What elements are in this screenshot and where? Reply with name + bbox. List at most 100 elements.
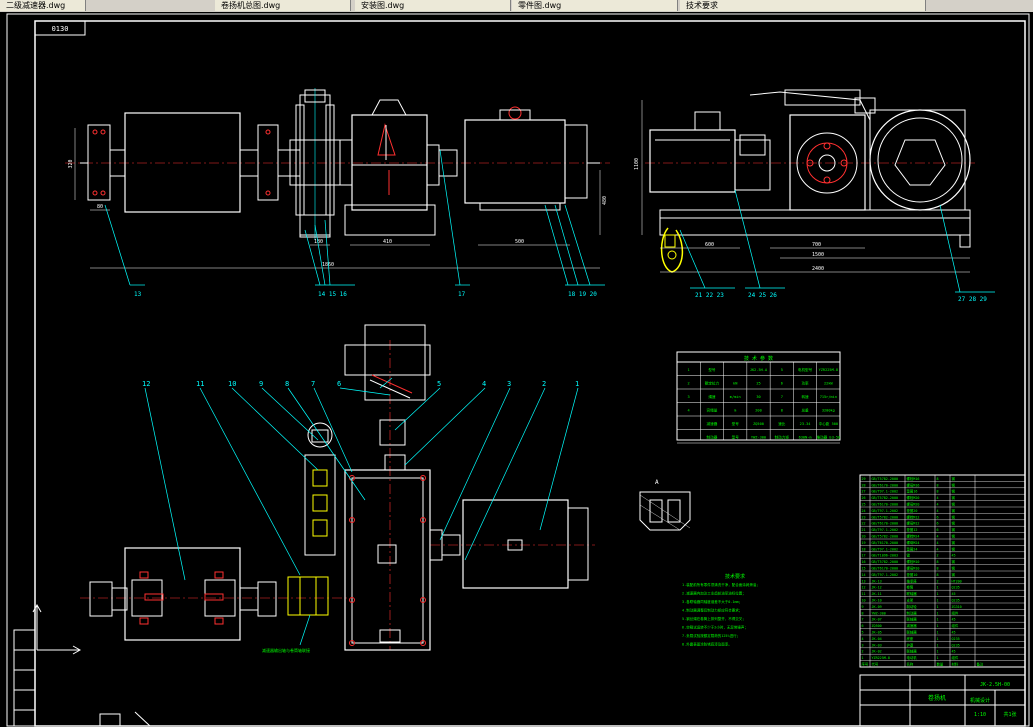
title-school: 机械设计 [970, 697, 990, 704]
parts-list-cell: Q235 [952, 586, 960, 590]
parts-list-cell: GB/T6170-2000 [872, 483, 899, 487]
svg-text:1: 1 [575, 380, 579, 388]
parts-list-cell: 2 [937, 579, 939, 583]
parts-list-cell: 29 [862, 477, 866, 481]
parts-list-cell: 1 [937, 637, 939, 641]
parts-list-cell: 10 [862, 599, 866, 603]
parts-list-cell: 1 [937, 643, 939, 647]
parts-list-cell: 螺母M16 [907, 482, 920, 487]
tech-note-line: 1.装配前所有零件须清洗干净，配合面涂润滑油； [682, 582, 760, 587]
parts-list-cell: 6 [937, 522, 939, 526]
parts-list-cell: 垫圈24 [907, 546, 918, 551]
svg-text:8: 8 [285, 380, 289, 388]
parts-list-cell: GB/T97.1-2002 [872, 547, 899, 551]
tech-table-cell: 7 [781, 395, 783, 399]
parts-list-header: 代号 [872, 662, 879, 667]
tab-file-4[interactable]: 零件图.dwg [512, 0, 678, 11]
parts-list-cell: JK-03 [872, 643, 882, 647]
parts-list-cell: 5 [862, 631, 864, 635]
tech-table-cell: 5 [781, 368, 783, 372]
tab-file-3[interactable]: 安装图.dwg [355, 0, 511, 11]
parts-list-cell: 1 [937, 592, 939, 596]
parts-list-cell: 13 [862, 579, 866, 583]
svg-text:3: 3 [507, 380, 511, 388]
tech-table-cell: 6 [781, 381, 783, 385]
parts-list-cell: JK-12 [872, 586, 882, 590]
parts-list-cell: 减速器 [907, 623, 918, 628]
parts-list-cell: 螺栓M10 [907, 559, 920, 564]
parts-list-cell: 轴承座 [907, 578, 918, 583]
tab-file-2[interactable]: 卷扬机总图.dwg [215, 0, 351, 11]
parts-list-cell: 4 [937, 547, 939, 551]
parts-list-cell: 螺栓M24 [907, 534, 920, 539]
tech-table-cell: 总重 [801, 407, 809, 412]
tech-table-cell: 减速器 [707, 421, 718, 426]
tech-table-cell: JK2.5H-A [750, 368, 768, 372]
parts-list-cell: ZQ500 [872, 624, 882, 628]
tech-table-cell: m [734, 408, 736, 412]
parts-list-cell: 1 [937, 586, 939, 590]
parts-list-cell: 15 [862, 567, 866, 571]
parts-list-cell: 螺栓M12 [907, 514, 920, 519]
parts-list-cell: 联轴器 [907, 649, 918, 654]
tech-table-cell: kN [733, 381, 737, 385]
parts-list-cell: JK-09 [872, 605, 882, 609]
tech-table-cell: 功率 [801, 380, 809, 385]
side-dim-b: 700 [812, 242, 821, 248]
parts-list-cell: 19 [862, 541, 866, 545]
parts-list-cell: 25 [862, 503, 866, 507]
side-callout-27: 27 28 29 [958, 296, 987, 303]
parts-list-cell: GB/T6170-2000 [872, 503, 899, 507]
dim-height: 480 [602, 196, 608, 205]
title-scale: 1:10 [974, 712, 986, 718]
parts-list-cell: 1 [937, 631, 939, 635]
svg-text:7: 7 [311, 380, 315, 388]
parts-list-cell: Q235 [952, 599, 960, 603]
parts-list-cell: 24 [862, 509, 866, 513]
parts-list-cell: 螺栓M20 [907, 495, 920, 500]
tech-table-cell: 30 [756, 395, 760, 399]
cad-drawing-canvas[interactable]: 0130 320 80 180 410 500 1860 480 13 14 1… [0, 12, 1033, 727]
parts-list-cell: ZG310 [952, 605, 962, 609]
parts-list-cell: 6 [937, 515, 939, 519]
parts-list-header: 名称 [907, 662, 914, 667]
parts-list-cell: 6 [862, 624, 864, 628]
parts-list-cell: 16 [862, 560, 866, 564]
svg-text:4: 4 [482, 380, 486, 388]
parts-list-cell: 电动机 [907, 655, 918, 660]
parts-list-cell: 8 [937, 567, 939, 571]
parts-list-cell: 2 [862, 650, 864, 654]
parts-list-cell: 4 [937, 535, 939, 539]
parts-list-cell: 2 [937, 554, 939, 558]
parts-list-cell: 4 [937, 509, 939, 513]
parts-list-cell: 4 [937, 496, 939, 500]
tech-table-cell: 715r/min [820, 395, 837, 399]
parts-list-cell: 4 [937, 541, 939, 545]
tech-table-cell: 2 [688, 381, 690, 385]
parts-list-cell: 螺母M12 [907, 521, 920, 526]
side-callout-21: 21 22 23 [695, 292, 724, 299]
parts-list-cell: 26 [862, 496, 866, 500]
parts-list-cell: GB/T5782-2000 [872, 515, 899, 519]
parts-list-cell: 底座 [907, 636, 914, 641]
side-dim-c: 1500 [812, 252, 824, 258]
tech-table-cell: 中心距 500 [819, 421, 838, 426]
parts-list-cell: GB/T5782-2000 [872, 477, 899, 481]
parts-list-cell: 组件 [952, 610, 959, 615]
parts-list-cell: 1 [937, 618, 939, 622]
drawing-code-box: 0130 [52, 25, 69, 33]
tab-file-5[interactable]: 技术要求 [680, 0, 926, 11]
parts-list-cell: 17 [862, 554, 866, 558]
tech-note-line: 3.各联轴器同轴度误差不大于0.1mm； [682, 599, 742, 604]
tech-table-cell: 额定拉力 [705, 380, 720, 385]
svg-text:A: A [655, 479, 659, 486]
tech-table-cell: 23.34 [800, 422, 811, 426]
parts-list-cell: 螺母M10 [907, 566, 920, 571]
tech-note-line: 2.减速器内加注工业齿轮油至油标位置； [682, 591, 746, 596]
tab-file-1[interactable]: 二级减速器.dwg [0, 0, 86, 11]
parts-list-cell: JK-10 [872, 599, 882, 603]
parts-list-cell: 8 [862, 611, 864, 615]
svg-text:2: 2 [542, 380, 546, 388]
svg-text:10: 10 [228, 380, 236, 388]
parts-list-cell: 1 [862, 656, 864, 660]
